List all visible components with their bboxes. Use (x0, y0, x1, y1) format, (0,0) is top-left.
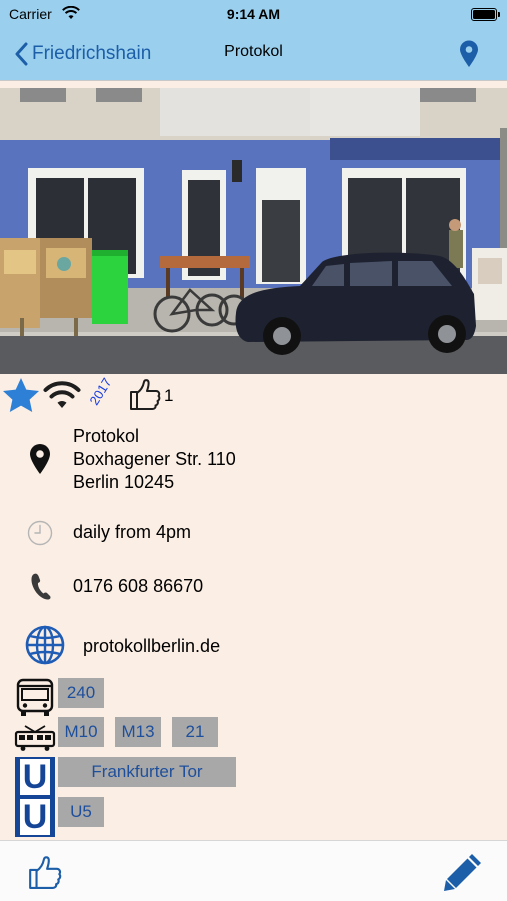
status-bar: Carrier 9:14 AM (0, 0, 507, 30)
edit-button[interactable] (442, 851, 484, 893)
map-button[interactable] (457, 38, 481, 70)
location-pin-icon (30, 444, 50, 474)
year-badge: 2017 (86, 375, 115, 408)
clock-icon (27, 520, 53, 546)
ubahn-line-chip[interactable]: U5 (58, 797, 104, 827)
venue-name: Protokol (73, 426, 140, 446)
phone-icon[interactable] (29, 572, 53, 600)
tram-line-chip[interactable]: M13 (115, 717, 161, 747)
bus-icon (16, 678, 54, 716)
status-time: 9:14 AM (226, 6, 281, 22)
tram-line-chip[interactable]: M10 (58, 717, 104, 747)
battery-icon (471, 8, 500, 21)
map-pin-icon (460, 40, 478, 67)
opening-hours: daily from 4pm (73, 522, 192, 542)
bottom-toolbar (0, 840, 507, 901)
venue-photo (0, 88, 507, 374)
tram-line-chip[interactable]: 21 (172, 717, 218, 747)
like-count: 1 (164, 386, 174, 405)
wifi-icon (43, 381, 81, 408)
back-button-label: Friedrichshain (32, 43, 152, 64)
like-toolbar-button[interactable] (27, 854, 63, 890)
venue-street: Boxhagener Str. 110 (73, 449, 236, 469)
tram-icon (14, 725, 56, 751)
globe-icon[interactable] (24, 625, 66, 665)
phone-number[interactable]: 0176 608 86670 (73, 576, 203, 597)
ubahn-station-chip[interactable]: Frankfurter Tor (58, 757, 236, 787)
like-button[interactable] (128, 377, 162, 411)
back-button[interactable]: Friedrichshain (14, 38, 151, 70)
venue-city: Berlin 10245 (73, 472, 175, 492)
ubahn-icon: U U (15, 757, 55, 837)
star-icon[interactable] (2, 377, 40, 413)
venue-address: Protokol Boxhagener Str. 110 Berlin 1024… (73, 425, 236, 494)
back-chevron-icon (15, 42, 28, 66)
navigation-bar: Friedrichshain Protokol (0, 30, 507, 81)
website-link[interactable]: protokollberlin.de (83, 636, 220, 657)
bus-line-chip[interactable]: 240 (58, 678, 104, 708)
